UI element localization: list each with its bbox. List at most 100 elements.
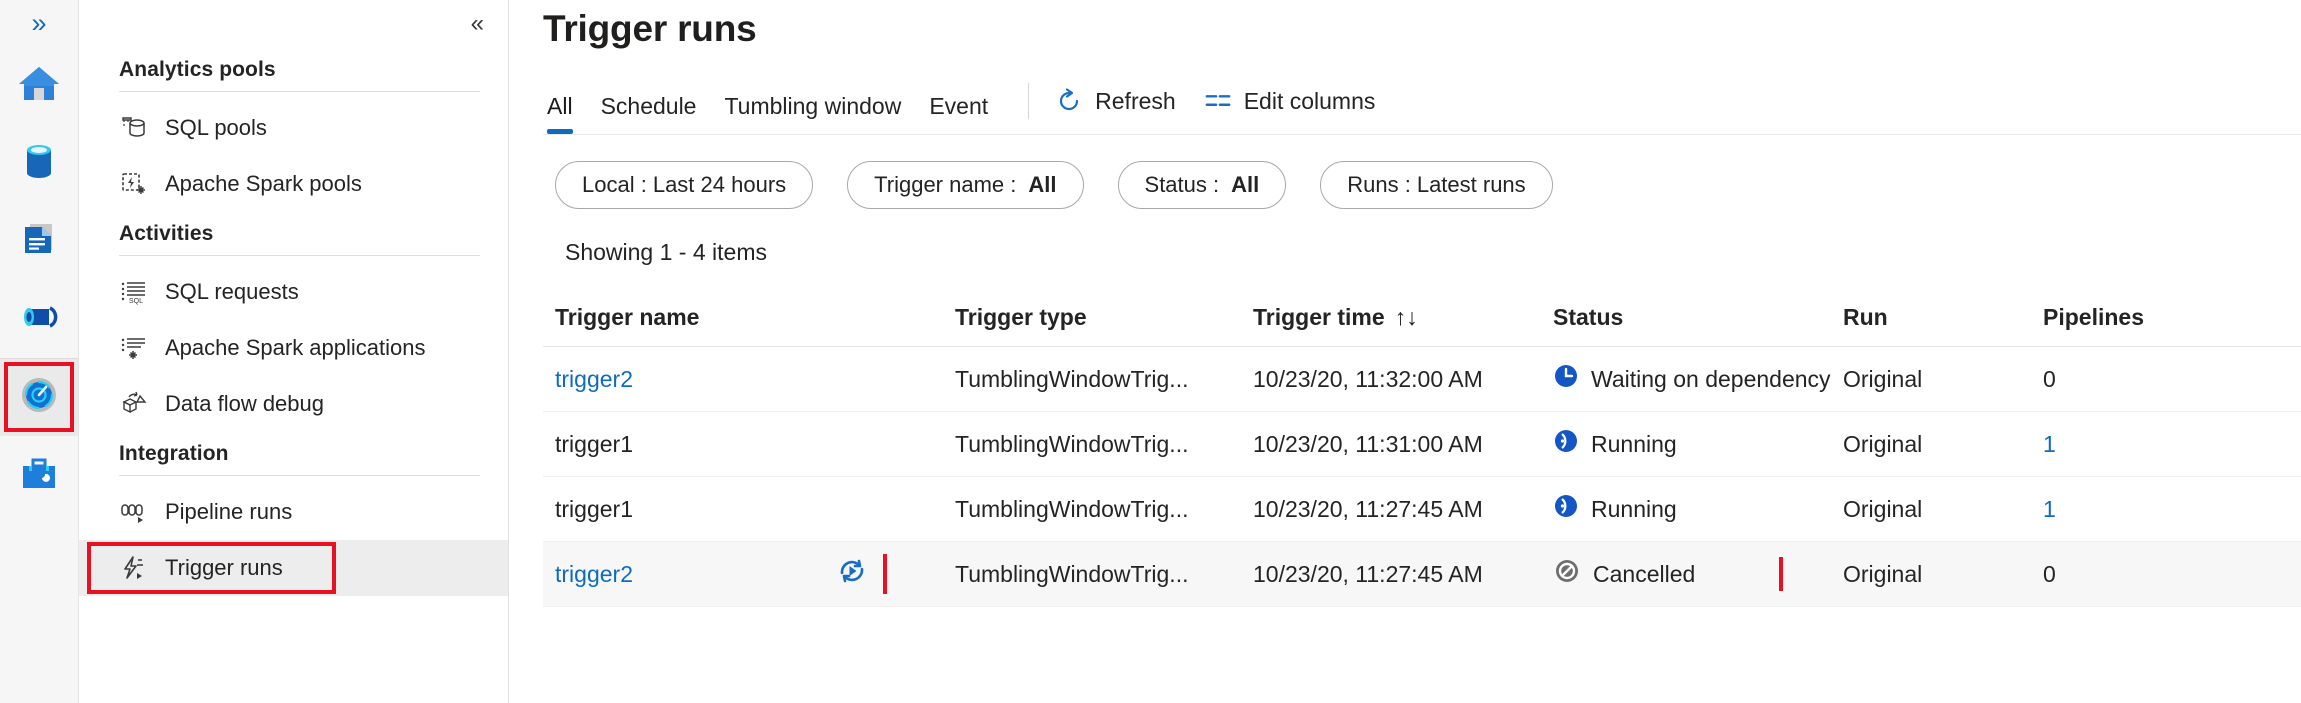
column-header-status[interactable]: Status: [1553, 304, 1843, 331]
cell-status: Running: [1553, 493, 1843, 525]
rail-item-monitor[interactable]: [0, 358, 78, 436]
trigger-runs-table: Trigger name Trigger type Trigger time ↑…: [543, 288, 2301, 607]
sidebar-item-data-flow-debug[interactable]: Data flow debug: [79, 376, 508, 432]
cell-run: Original: [1843, 496, 2043, 523]
sort-arrows-icon[interactable]: ↑↓: [1395, 304, 1418, 331]
column-header-label: Pipelines: [2043, 304, 2144, 331]
cell-trigger-type: TumblingWindowTrig...: [955, 366, 1253, 393]
cell-trigger-time: 10/23/20, 11:27:45 AM: [1253, 496, 1553, 523]
table-row[interactable]: trigger1 TumblingWindowTrig... 10/23/20,…: [543, 412, 2301, 477]
sidebar-item-trigger-runs[interactable]: Trigger runs: [79, 540, 508, 596]
filter-key: Trigger name :: [874, 172, 1016, 198]
running-icon: [1553, 493, 1579, 525]
nav-section-divider: [119, 255, 480, 256]
expand-rail-button[interactable]: »: [0, 0, 78, 46]
rail-item-home[interactable]: [0, 46, 78, 124]
pipelines-count-link[interactable]: 1: [2043, 496, 2056, 523]
tab-schedule[interactable]: Schedule: [587, 93, 711, 134]
sidebar-item-label: Trigger runs: [165, 555, 283, 581]
apache-spark-pools-icon: [119, 169, 149, 199]
rail-item-data[interactable]: [0, 124, 78, 202]
column-header-label: Trigger type: [955, 304, 1087, 331]
refresh-icon: [1055, 87, 1083, 115]
filter-status[interactable]: Status : All: [1118, 161, 1287, 209]
trigger-name-link[interactable]: trigger2: [555, 561, 633, 588]
rerun-icon[interactable]: [835, 554, 869, 594]
cell-trigger-time: 10/23/20, 11:32:00 AM: [1253, 366, 1553, 393]
tab-all[interactable]: All: [543, 93, 587, 134]
status-label: Running: [1591, 431, 1677, 458]
chevron-double-right-icon: »: [31, 10, 46, 37]
column-header-label: Run: [1843, 304, 1888, 331]
edit-columns-icon: [1204, 87, 1232, 115]
table-header: Trigger name Trigger type Trigger time ↑…: [543, 288, 2301, 347]
nav-section-divider: [119, 475, 480, 476]
cell-trigger-name[interactable]: trigger1: [543, 496, 835, 523]
nav-section-integration: Integration Pipeline runs: [79, 442, 508, 596]
cancelled-icon: [1553, 557, 1581, 591]
cell-pipelines[interactable]: 1: [2043, 431, 2243, 458]
filter-local-time[interactable]: Local : Last 24 hours: [555, 161, 813, 209]
cell-rerun[interactable]: [835, 554, 955, 594]
sidebar-item-label: Apache Spark applications: [165, 335, 426, 361]
rail-item-manage[interactable]: [0, 436, 78, 514]
nav-section-title: Activities: [79, 222, 508, 246]
table-row[interactable]: trigger1 TumblingWindowTrig... 10/23/20,…: [543, 477, 2301, 542]
filter-runs[interactable]: Runs : Latest runs: [1320, 161, 1552, 209]
integrate-icon: [16, 294, 62, 345]
data-flow-debug-icon: [119, 389, 149, 419]
cell-trigger-name[interactable]: trigger2: [543, 561, 835, 588]
cell-trigger-name[interactable]: trigger1: [543, 431, 835, 458]
tab-list: All Schedule Tumbling window Event: [543, 80, 1002, 134]
filter-value: All: [1231, 172, 1259, 198]
sidebar-item-sql-pools[interactable]: SQL pools: [79, 100, 508, 156]
filter-key: Status :: [1145, 172, 1220, 198]
status-label: Cancelled: [1593, 561, 1695, 588]
trigger-name-text: trigger1: [555, 496, 633, 523]
trigger-name-text: trigger1: [555, 431, 633, 458]
sidebar-item-label: Data flow debug: [165, 391, 324, 417]
left-icon-rail: »: [0, 0, 79, 703]
pipelines-count-link[interactable]: 1: [2043, 431, 2056, 458]
collapse-nav-button[interactable]: «: [79, 0, 508, 48]
tab-tumbling-window[interactable]: Tumbling window: [710, 93, 915, 134]
status-badge: Cancelled: [1553, 557, 1695, 591]
sidebar-item-apache-spark-pools[interactable]: Apache Spark pools: [79, 156, 508, 212]
nav-section-analytics-pools: Analytics pools SQL pools: [79, 58, 508, 212]
clock-icon: [1553, 363, 1579, 395]
column-header-run[interactable]: Run: [1843, 304, 2043, 331]
nav-section-divider: [119, 91, 480, 92]
trigger-runs-icon: [119, 553, 149, 583]
table-row[interactable]: trigger2: [543, 542, 2301, 607]
table-header-row: Trigger name Trigger type Trigger time ↑…: [543, 288, 2301, 347]
trigger-name-link[interactable]: trigger2: [555, 366, 633, 393]
svg-text:SQL: SQL: [129, 298, 143, 305]
filter-value: Last 24 hours: [653, 172, 786, 198]
refresh-button[interactable]: Refresh: [1055, 87, 1176, 127]
sidebar-item-label: SQL pools: [165, 115, 267, 141]
table-row[interactable]: trigger2 TumblingWindowTrig... 10/23/20,…: [543, 347, 2301, 412]
column-header-trigger-time[interactable]: Trigger time ↑↓: [1253, 304, 1553, 331]
cell-run: Original: [1843, 366, 2043, 393]
sidebar-item-sql-requests[interactable]: SQL SQL requests: [79, 264, 508, 320]
tab-event[interactable]: Event: [915, 93, 1002, 134]
column-header-trigger-name[interactable]: Trigger name: [543, 304, 835, 331]
nav-section-title: Integration: [79, 442, 508, 466]
edit-columns-button[interactable]: Edit columns: [1204, 87, 1376, 127]
rail-item-develop[interactable]: [0, 202, 78, 280]
column-header-trigger-type[interactable]: Trigger type: [955, 304, 1253, 331]
tab-active-underline: [547, 129, 573, 134]
sidebar-item-apache-spark-applications[interactable]: Apache Spark applications: [79, 320, 508, 376]
home-icon: [16, 60, 62, 111]
nav-section-activities: Activities SQL SQL requests: [79, 222, 508, 432]
rail-item-integrate[interactable]: [0, 280, 78, 358]
cell-trigger-name[interactable]: trigger2: [543, 366, 835, 393]
nav-section-title: Analytics pools: [79, 58, 508, 82]
cell-pipelines[interactable]: 1: [2043, 496, 2243, 523]
filter-value: Latest runs: [1417, 172, 1526, 198]
filter-trigger-name[interactable]: Trigger name : All: [847, 161, 1083, 209]
cell-trigger-type: TumblingWindowTrig...: [955, 496, 1253, 523]
sidebar-item-pipeline-runs[interactable]: Pipeline runs: [79, 484, 508, 540]
column-header-pipelines[interactable]: Pipelines: [2043, 304, 2243, 331]
running-icon: [1553, 428, 1579, 460]
